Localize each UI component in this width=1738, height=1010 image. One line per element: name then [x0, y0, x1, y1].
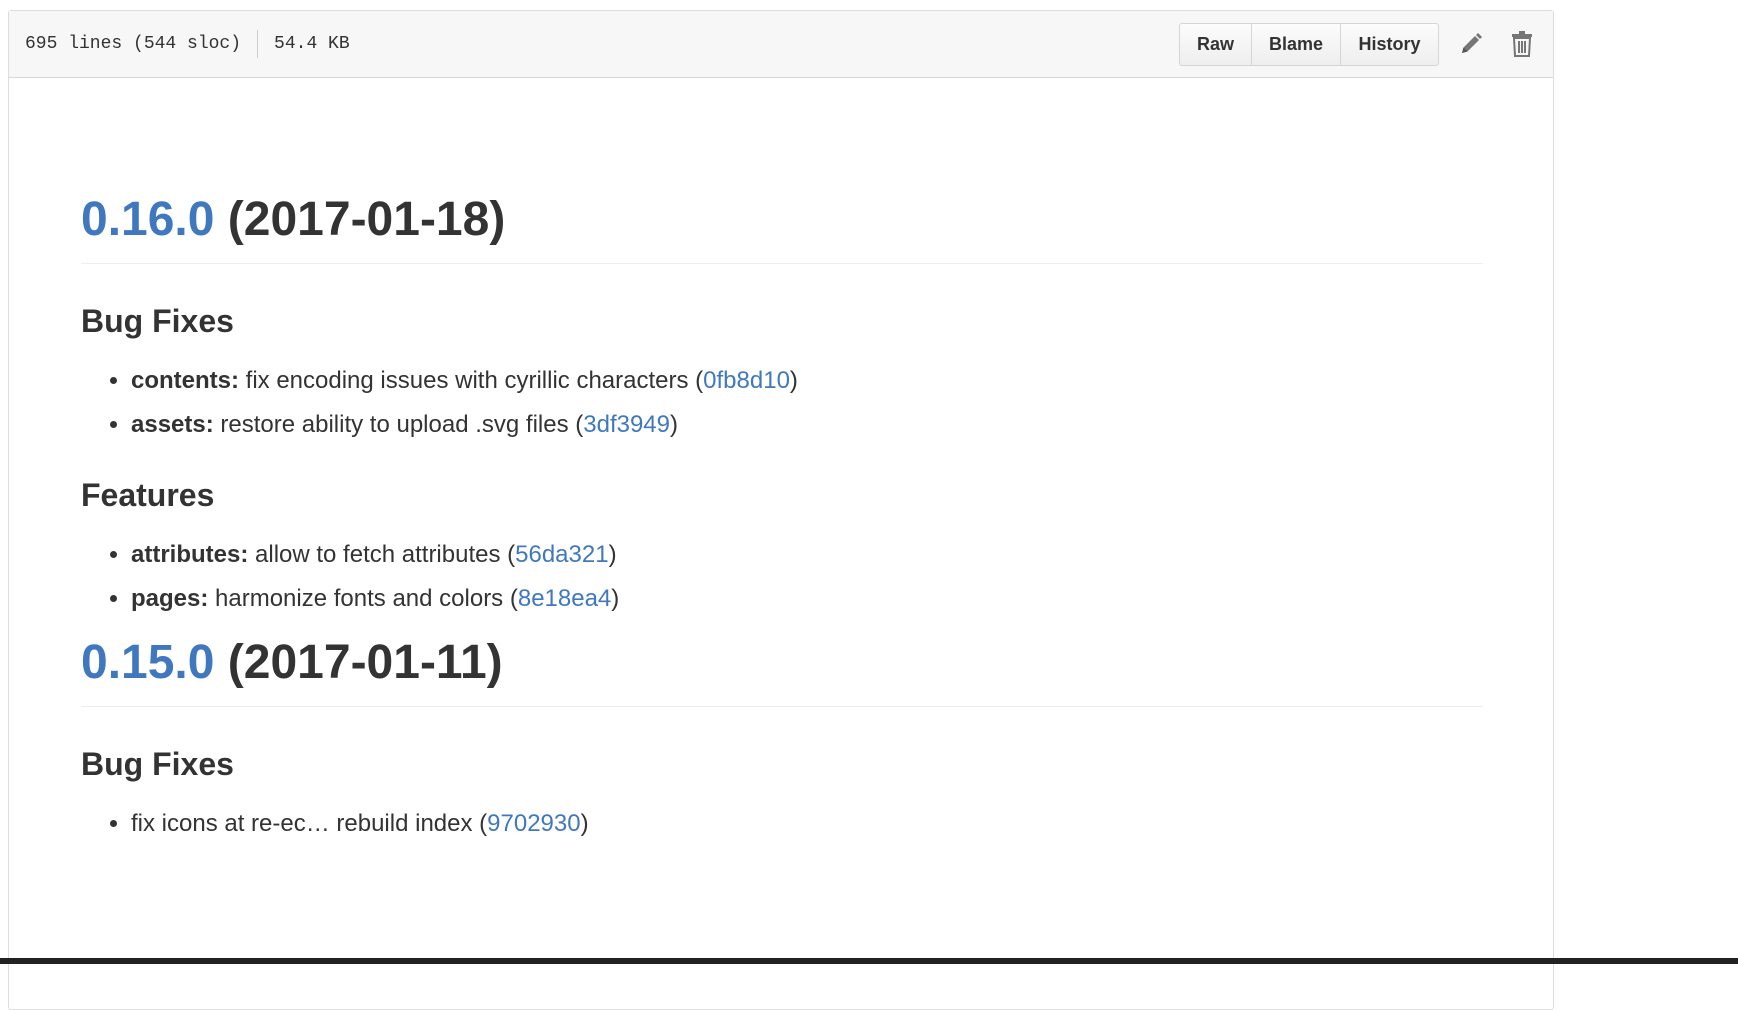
item-scope: attributes: [131, 541, 249, 569]
commit-link[interactable]: 3df3949 [583, 411, 670, 438]
list-item: contents: fix encoding issues with cyril… [131, 366, 1483, 396]
release-version-link[interactable]: 0.16.0 [81, 193, 214, 246]
bug-fixes-list: contents: fix encoding issues with cyril… [81, 366, 1483, 440]
item-close: ) [580, 810, 589, 838]
bug-fixes-list: fix icons at re-ec… rebuild index (97029… [81, 809, 1483, 839]
line-count: 695 lines (544 sloc) [25, 34, 242, 54]
commit-link[interactable]: 9702930 [487, 810, 580, 837]
item-scope: assets: [131, 410, 214, 438]
blame-button[interactable]: Blame [1252, 24, 1341, 65]
item-text: allow to fetch attributes ( [248, 541, 516, 569]
section-heading-features: Features [81, 476, 215, 513]
release-heading: 0.15.0 (2017-01-11) [81, 634, 1483, 707]
item-text: restore ability to upload .svg files ( [213, 410, 584, 438]
release-date: (2017-01-18) [227, 193, 506, 246]
section-heading-bug-fixes: Bug Fixes [81, 302, 234, 339]
commit-link[interactable]: 56da321 [515, 541, 608, 568]
features-list: attributes: allow to fetch attributes (5… [81, 540, 1483, 614]
item-scope: contents: [131, 366, 239, 394]
release-version-link[interactable]: 0.15.0 [81, 636, 214, 689]
release-heading: 0.16.0 (2017-01-18) [81, 191, 1483, 264]
file-viewer: 695 lines (544 sloc) 54.4 KB Raw Blame H… [8, 10, 1554, 1010]
file-actions-group: Raw Blame History [1179, 23, 1439, 66]
item-text: harmonize fonts and colors ( [208, 585, 518, 613]
file-info-divider [257, 30, 259, 58]
item-text: fix encoding issues with cyrillic charac… [239, 366, 704, 394]
item-close: ) [608, 541, 617, 569]
item-scope: pages: [131, 585, 209, 613]
list-item: fix icons at re-ec… rebuild index (97029… [131, 809, 1483, 839]
commit-link[interactable]: 0fb8d10 [703, 367, 790, 394]
file-size: 54.4 KB [274, 34, 350, 54]
list-item: pages: harmonize fonts and colors (8e18e… [131, 584, 1483, 614]
list-item: attributes: allow to fetch attributes (5… [131, 540, 1483, 570]
window-bottom-edge [0, 958, 1738, 964]
file-header: 695 lines (544 sloc) 54.4 KB Raw Blame H… [9, 11, 1553, 78]
readme-content: 0.16.0 (2017-01-18) Bug Fixes contents: … [81, 77, 1483, 853]
item-text: fix icons at re-ec… rebuild index ( [131, 810, 488, 838]
item-close: ) [789, 366, 798, 394]
item-close: ) [670, 410, 679, 438]
section-heading-bug-fixes: Bug Fixes [81, 745, 234, 782]
release-date: (2017-01-11) [227, 636, 503, 690]
history-button[interactable]: History [1341, 24, 1438, 65]
commit-link[interactable]: 8e18ea4 [518, 585, 611, 612]
file-info: 695 lines (544 sloc) 54.4 KB [25, 11, 350, 77]
raw-button[interactable]: Raw [1180, 24, 1252, 65]
list-item: assets: restore ability to upload .svg f… [131, 410, 1483, 440]
trash-icon[interactable] [1507, 29, 1537, 59]
item-close: ) [611, 585, 620, 613]
pencil-icon[interactable] [1456, 29, 1486, 59]
